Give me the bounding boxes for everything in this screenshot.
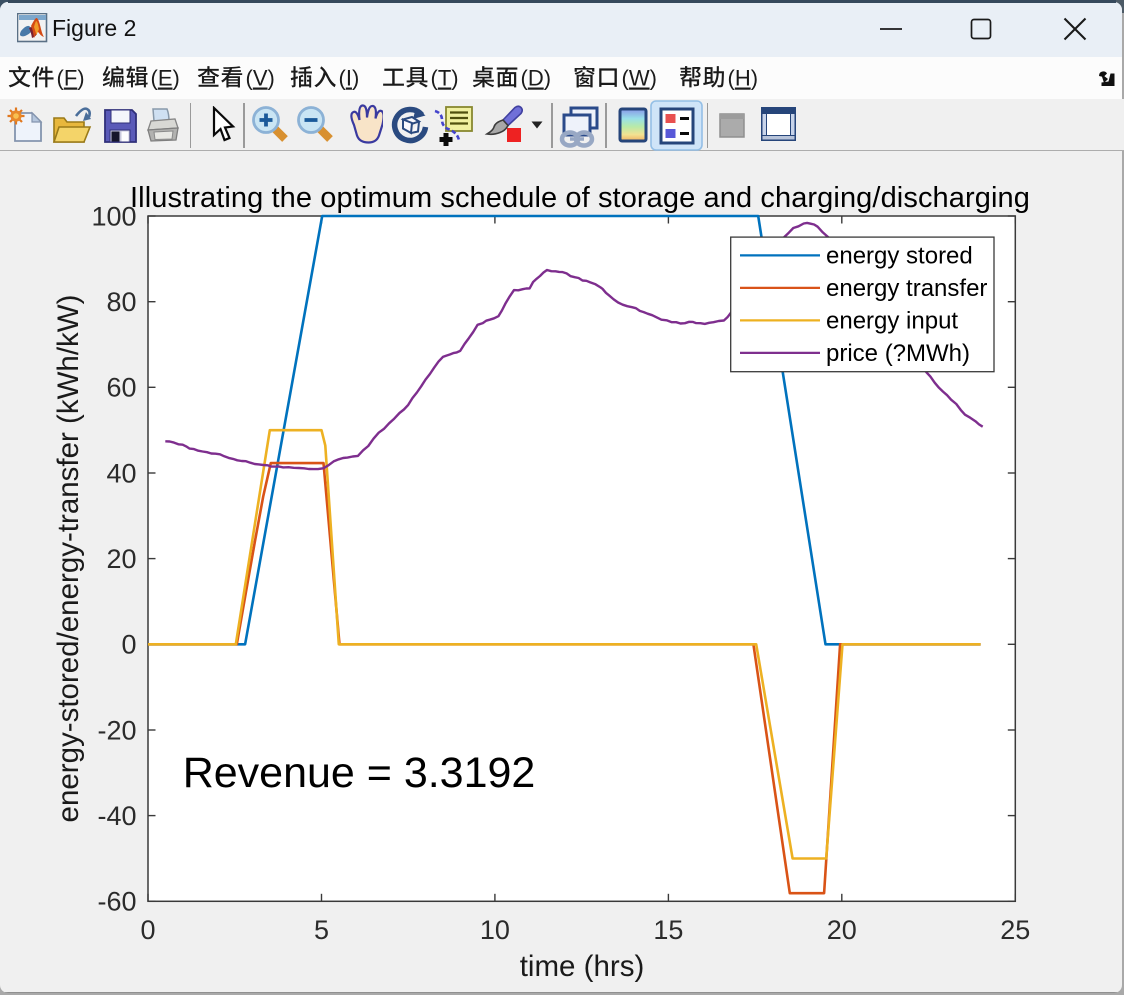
svg-text:energy-stored/energy-transfer: energy-stored/energy-transfer (kWh/kW) — [52, 295, 85, 823]
svg-text:5: 5 — [314, 915, 329, 945]
svg-text:0: 0 — [140, 915, 155, 945]
svg-text:energy input: energy input — [826, 308, 958, 335]
svg-text:15: 15 — [653, 915, 683, 945]
svg-text:price (?MWh): price (?MWh) — [826, 340, 970, 367]
svg-text:energy transfer: energy transfer — [826, 275, 987, 302]
svg-text:-40: -40 — [97, 801, 136, 831]
svg-text:10: 10 — [480, 915, 510, 945]
svg-text:-20: -20 — [97, 715, 136, 745]
svg-text:Illustrating the optimum sched: Illustrating the optimum schedule of sto… — [130, 182, 1030, 214]
svg-text:40: 40 — [106, 458, 136, 488]
svg-text:80: 80 — [106, 287, 136, 317]
svg-text:Revenue = 3.3192: Revenue = 3.3192 — [183, 749, 536, 797]
svg-text:time (hrs): time (hrs) — [520, 950, 645, 983]
svg-text:-60: -60 — [97, 887, 136, 917]
svg-text:60: 60 — [106, 373, 136, 403]
svg-text:0: 0 — [121, 630, 136, 660]
svg-text:20: 20 — [106, 544, 136, 574]
svg-text:20: 20 — [827, 915, 857, 945]
svg-text:energy stored: energy stored — [826, 243, 973, 270]
svg-text:25: 25 — [1000, 915, 1030, 945]
